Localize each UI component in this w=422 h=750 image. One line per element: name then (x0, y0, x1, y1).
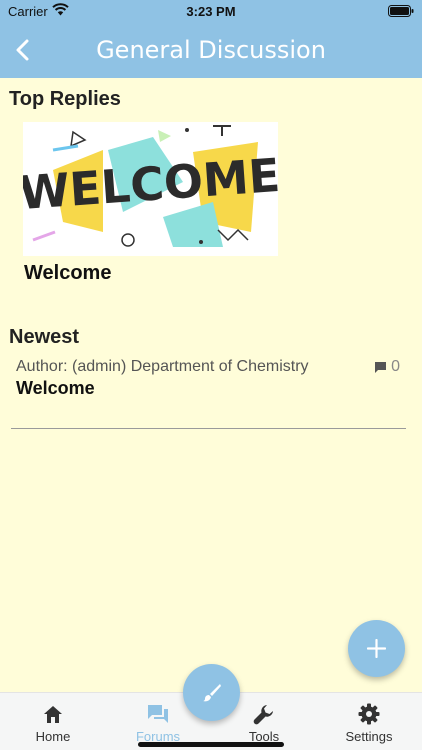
tab-settings[interactable]: Settings (329, 693, 409, 750)
tab-settings-label: Settings (345, 729, 393, 744)
home-icon (44, 706, 62, 723)
add-button[interactable] (348, 620, 405, 677)
wrench-icon (253, 705, 273, 725)
welcome-banner-image: WELCOME (23, 122, 278, 256)
header-bar: Carrier 3:23 PM General Discussion (0, 0, 422, 78)
post-author: Author: (admin) Department of Chemistry (16, 358, 309, 375)
status-time: 3:23 PM (186, 4, 236, 19)
comment-icon (375, 362, 386, 373)
list-item[interactable]: Author: (admin) Department of Chemistry … (0, 356, 422, 406)
compose-button[interactable] (183, 664, 240, 721)
plus-icon (367, 639, 386, 658)
comment-count: 0 (391, 358, 400, 375)
post-title: Welcome (16, 378, 95, 398)
tab-home-label: Home (35, 729, 71, 744)
brush-icon (203, 684, 221, 702)
gear-icon (358, 703, 380, 725)
tab-home[interactable]: Home (13, 693, 93, 750)
page-title: General Discussion (96, 36, 326, 64)
top-replies-heading: Top Replies (9, 88, 121, 110)
top-reply-card[interactable]: WELCOME (23, 122, 278, 256)
forum-icon (148, 705, 168, 723)
top-reply-title[interactable]: Welcome (24, 262, 111, 285)
nav-bar: General Discussion (0, 28, 422, 72)
newest-heading: Newest (9, 326, 80, 348)
status-bar: Carrier 3:23 PM (0, 0, 422, 24)
divider (11, 428, 406, 429)
battery-icon (388, 5, 414, 17)
home-indicator (138, 742, 284, 747)
